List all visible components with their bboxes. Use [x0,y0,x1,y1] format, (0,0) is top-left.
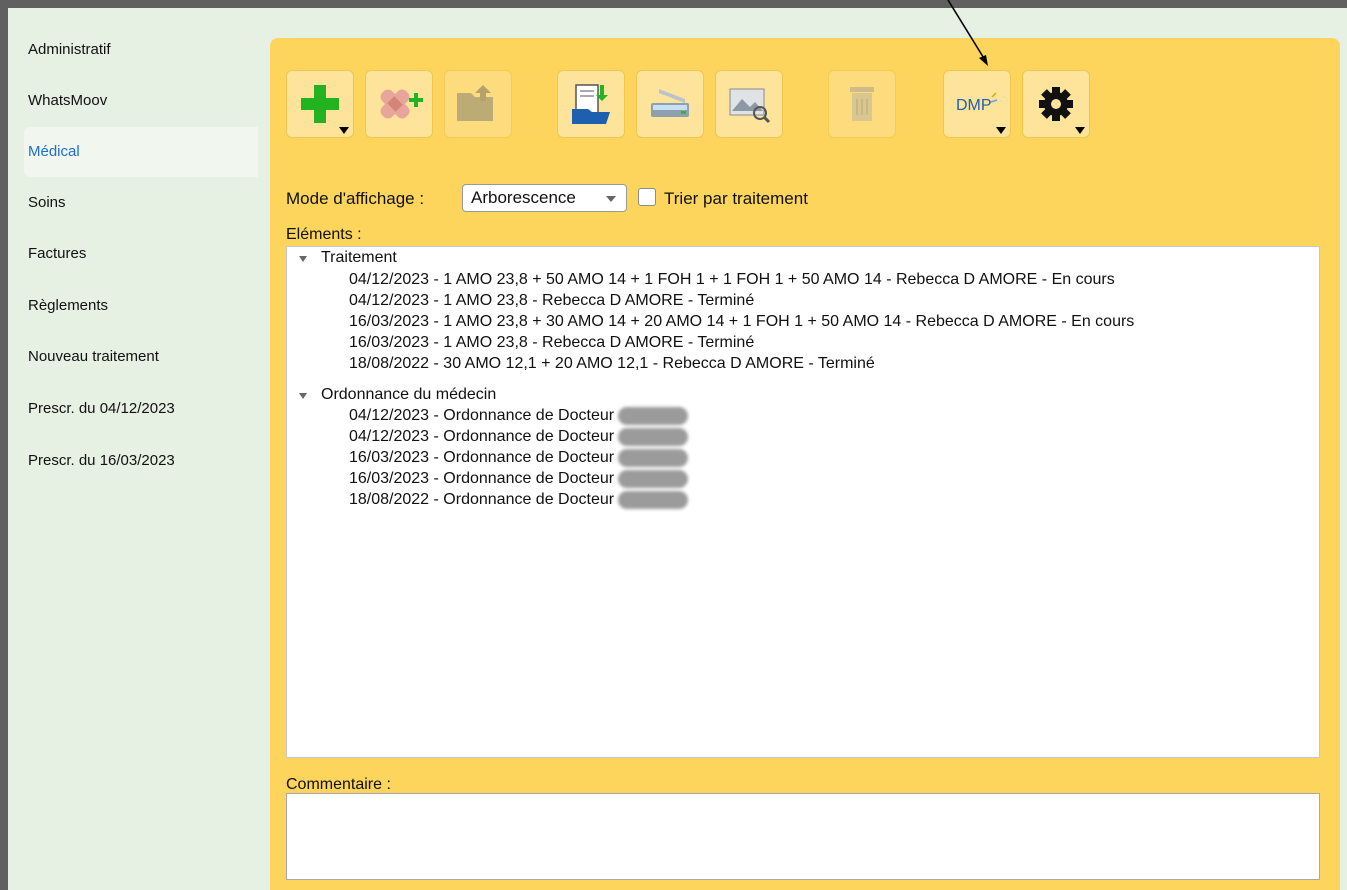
expand-triangle-icon[interactable] [299,256,307,262]
redacted-name [618,470,689,488]
import-document-button[interactable] [557,70,625,138]
tree-item-label: 16/03/2023 - Ordonnance de Docteur [349,470,615,488]
sidebar-item-nouveau-traitement[interactable]: Nouveau traitement [24,332,258,382]
tree-item[interactable]: 16/03/2023 - 1 AMO 23,8 + 30 AMO 14 + 20… [349,313,1134,331]
open-folder-icon [457,85,493,121]
tree-group-traitement[interactable]: Traitement [321,249,397,267]
elements-label: Eléments : [286,226,362,243]
add-care-button[interactable] [365,70,433,138]
dmp-button[interactable]: DMP [943,70,1011,138]
comment-label: Commentaire : [286,776,391,793]
tree-item[interactable]: 04/12/2023 - Ordonnance de Docteur [349,428,689,446]
add-button[interactable] [286,70,354,138]
tree-group-ordonnance[interactable]: Ordonnance du médecin [321,386,496,404]
dmp-logo-text: DMP [956,97,992,114]
tree-item[interactable]: 04/12/2023 - Ordonnance de Docteur [349,407,689,425]
sidebar-item-prescription-16-03-2023[interactable]: Prescr. du 16/03/2023 [24,436,258,486]
tree-item[interactable]: 04/12/2023 - 1 AMO 23,8 - Rebecca D AMOR… [349,292,754,310]
sidebar-item-medical[interactable]: Médical [24,127,258,177]
settings-gear-icon [1039,87,1073,121]
tree-item[interactable]: 16/03/2023 - Ordonnance de Docteur [349,449,689,467]
chevron-down-icon [996,127,1006,134]
image-preview-icon [729,88,771,124]
display-mode-label: Mode d'affichage : [286,189,425,208]
redacted-name [618,491,689,509]
scanner-button[interactable] [636,70,704,138]
tree-item[interactable]: 16/03/2023 - Ordonnance de Docteur [349,470,689,488]
comment-textarea[interactable] [286,793,1320,880]
image-preview-button[interactable] [715,70,783,138]
tree-item-label: 04/12/2023 - Ordonnance de Docteur [349,407,615,425]
app-window: Administratif WhatsMoov Médical Soins Fa… [8,8,1347,890]
chevron-down-icon [606,196,616,202]
sidebar-item-factures[interactable]: Factures [24,229,258,279]
tree-item[interactable]: 18/08/2022 - 30 AMO 12,1 + 20 AMO 12,1 -… [349,355,875,373]
open-folder-button[interactable] [444,70,512,138]
medical-panel: DMP Mode d'affichage : Arborescence Trie… [270,38,1340,890]
tree-item[interactable]: 04/12/2023 - 1 AMO 23,8 + 50 AMO 14 + 1 … [349,271,1115,289]
delete-button[interactable] [828,70,896,138]
tree-item-label: 16/03/2023 - Ordonnance de Docteur [349,449,615,467]
expand-triangle-icon[interactable] [299,393,307,399]
sidebar-item-soins[interactable]: Soins [24,178,258,228]
sidebar: Administratif WhatsMoov Médical Soins Fa… [8,8,258,890]
add-care-bandage-icon [380,89,423,119]
elements-tree[interactable]: Traitement 04/12/2023 - 1 AMO 23,8 + 50 … [286,246,1320,758]
scanner-icon [651,89,689,117]
tree-item-label: 04/12/2023 - Ordonnance de Docteur [349,428,615,446]
sidebar-item-whatsmoov[interactable]: WhatsMoov [24,76,258,126]
chevron-down-icon [339,127,349,134]
display-mode-select[interactable]: Arborescence [462,184,627,212]
sidebar-item-reglements[interactable]: Règlements [24,281,258,331]
tree-item[interactable]: 16/03/2023 - 1 AMO 23,8 - Rebecca D AMOR… [349,334,754,352]
tree-item[interactable]: 18/08/2022 - Ordonnance de Docteur [349,491,689,509]
chevron-down-icon [1075,127,1085,134]
dmp-icon: DMP [956,92,998,114]
sort-by-treatment-checkbox[interactable] [638,188,656,206]
sort-by-treatment-label: Trier par traitement [664,189,808,208]
import-document-icon [572,84,610,124]
display-mode-value: Arborescence [471,188,576,207]
tree-item-label: 18/08/2022 - Ordonnance de Docteur [349,491,615,509]
trash-icon [850,87,874,121]
sidebar-item-prescription-04-12-2023[interactable]: Prescr. du 04/12/2023 [24,384,258,434]
settings-button[interactable] [1022,70,1090,138]
add-plus-icon [301,85,339,123]
redacted-name [618,428,689,446]
sidebar-item-administratif[interactable]: Administratif [24,25,258,75]
redacted-name [618,449,689,467]
redacted-name [618,407,689,425]
